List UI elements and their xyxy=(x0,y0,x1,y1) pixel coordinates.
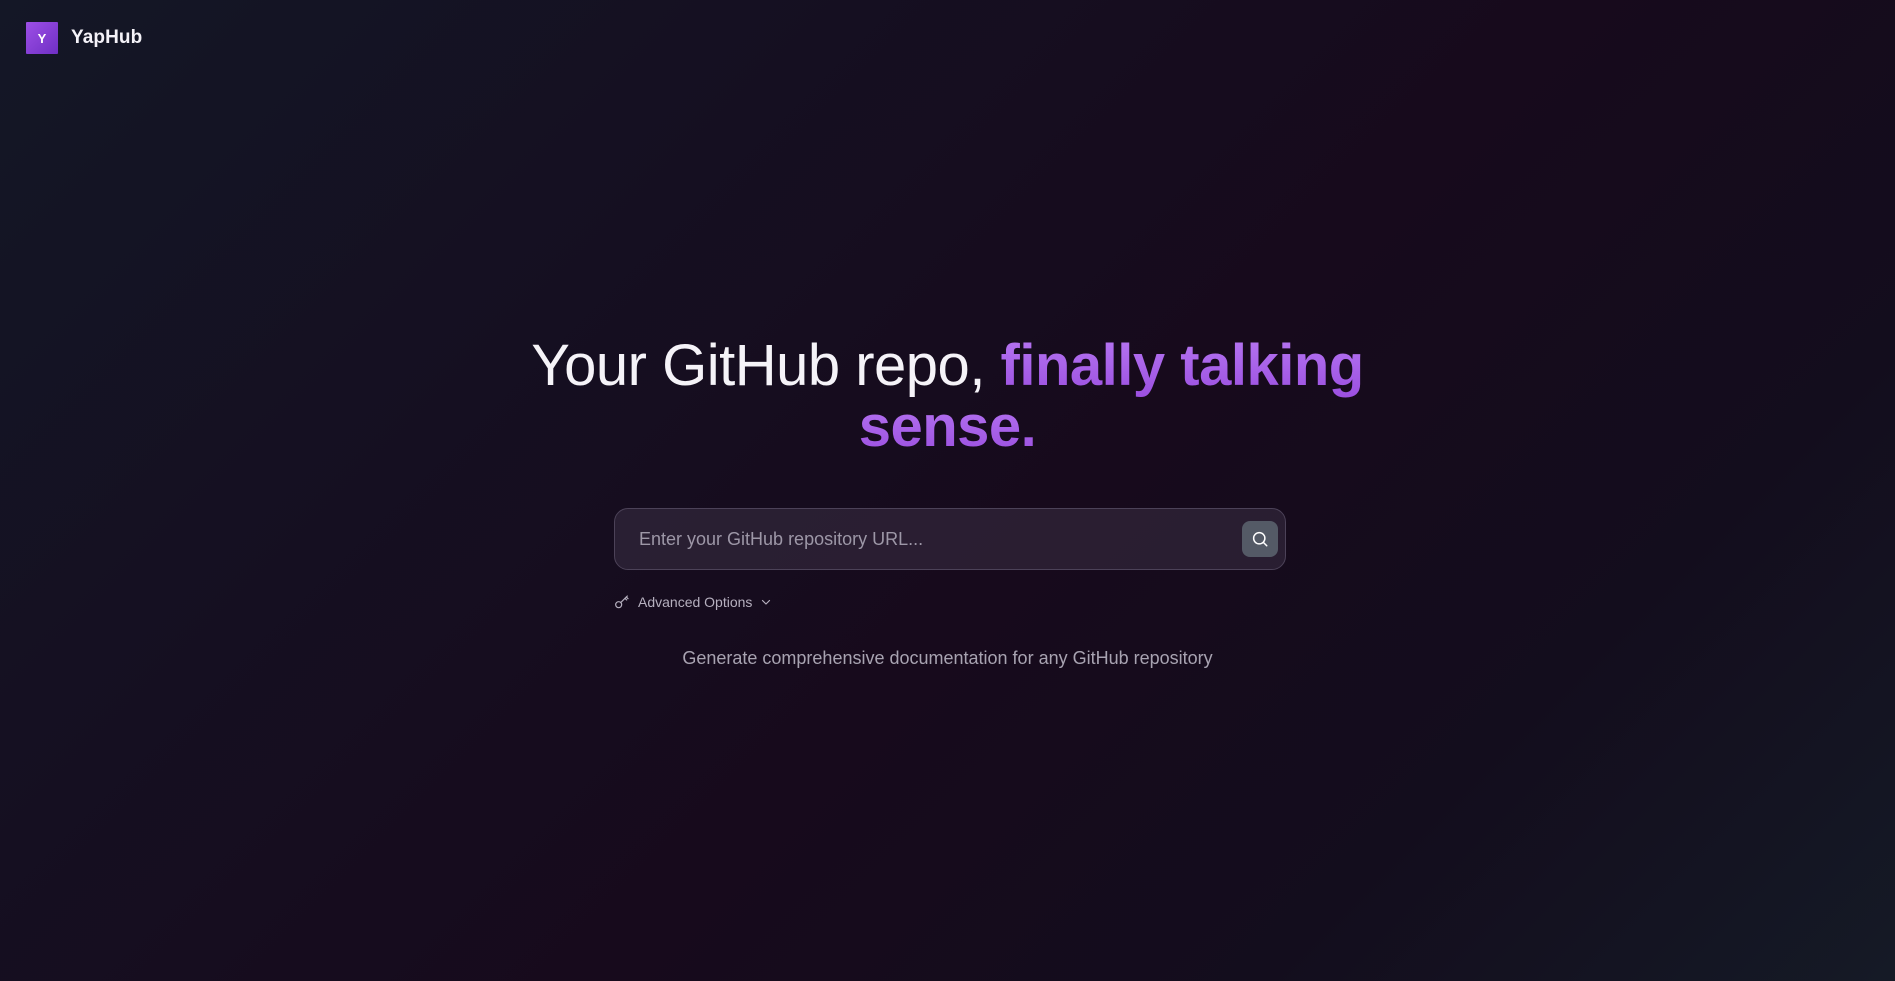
chevron-down-icon xyxy=(760,596,772,608)
page-subtitle: Generate comprehensive documentation for… xyxy=(682,648,1213,668)
header: Y YapHub xyxy=(26,22,142,54)
key-icon xyxy=(614,594,630,610)
brand-name[interactable]: YapHub xyxy=(71,27,142,49)
logo-mark[interactable]: Y xyxy=(26,22,58,54)
hero-title: Your GitHub repo, finally talking sense. xyxy=(0,335,1895,457)
search-button[interactable] xyxy=(1242,521,1278,557)
advanced-options-label: Advanced Options xyxy=(638,594,753,610)
hero-title-accent: finally talking xyxy=(1000,333,1365,398)
repo-url-input[interactable] xyxy=(615,509,1242,569)
search-icon xyxy=(1252,531,1268,547)
hero-title-plain: Your GitHub repo, xyxy=(531,333,1001,398)
advanced-options-toggle[interactable]: Advanced Options xyxy=(614,594,772,610)
search-bar xyxy=(614,508,1286,570)
hero-title-line-1: Your GitHub repo, finally talking xyxy=(0,335,1895,396)
hero-title-accent-line-2: sense. xyxy=(0,396,1895,457)
